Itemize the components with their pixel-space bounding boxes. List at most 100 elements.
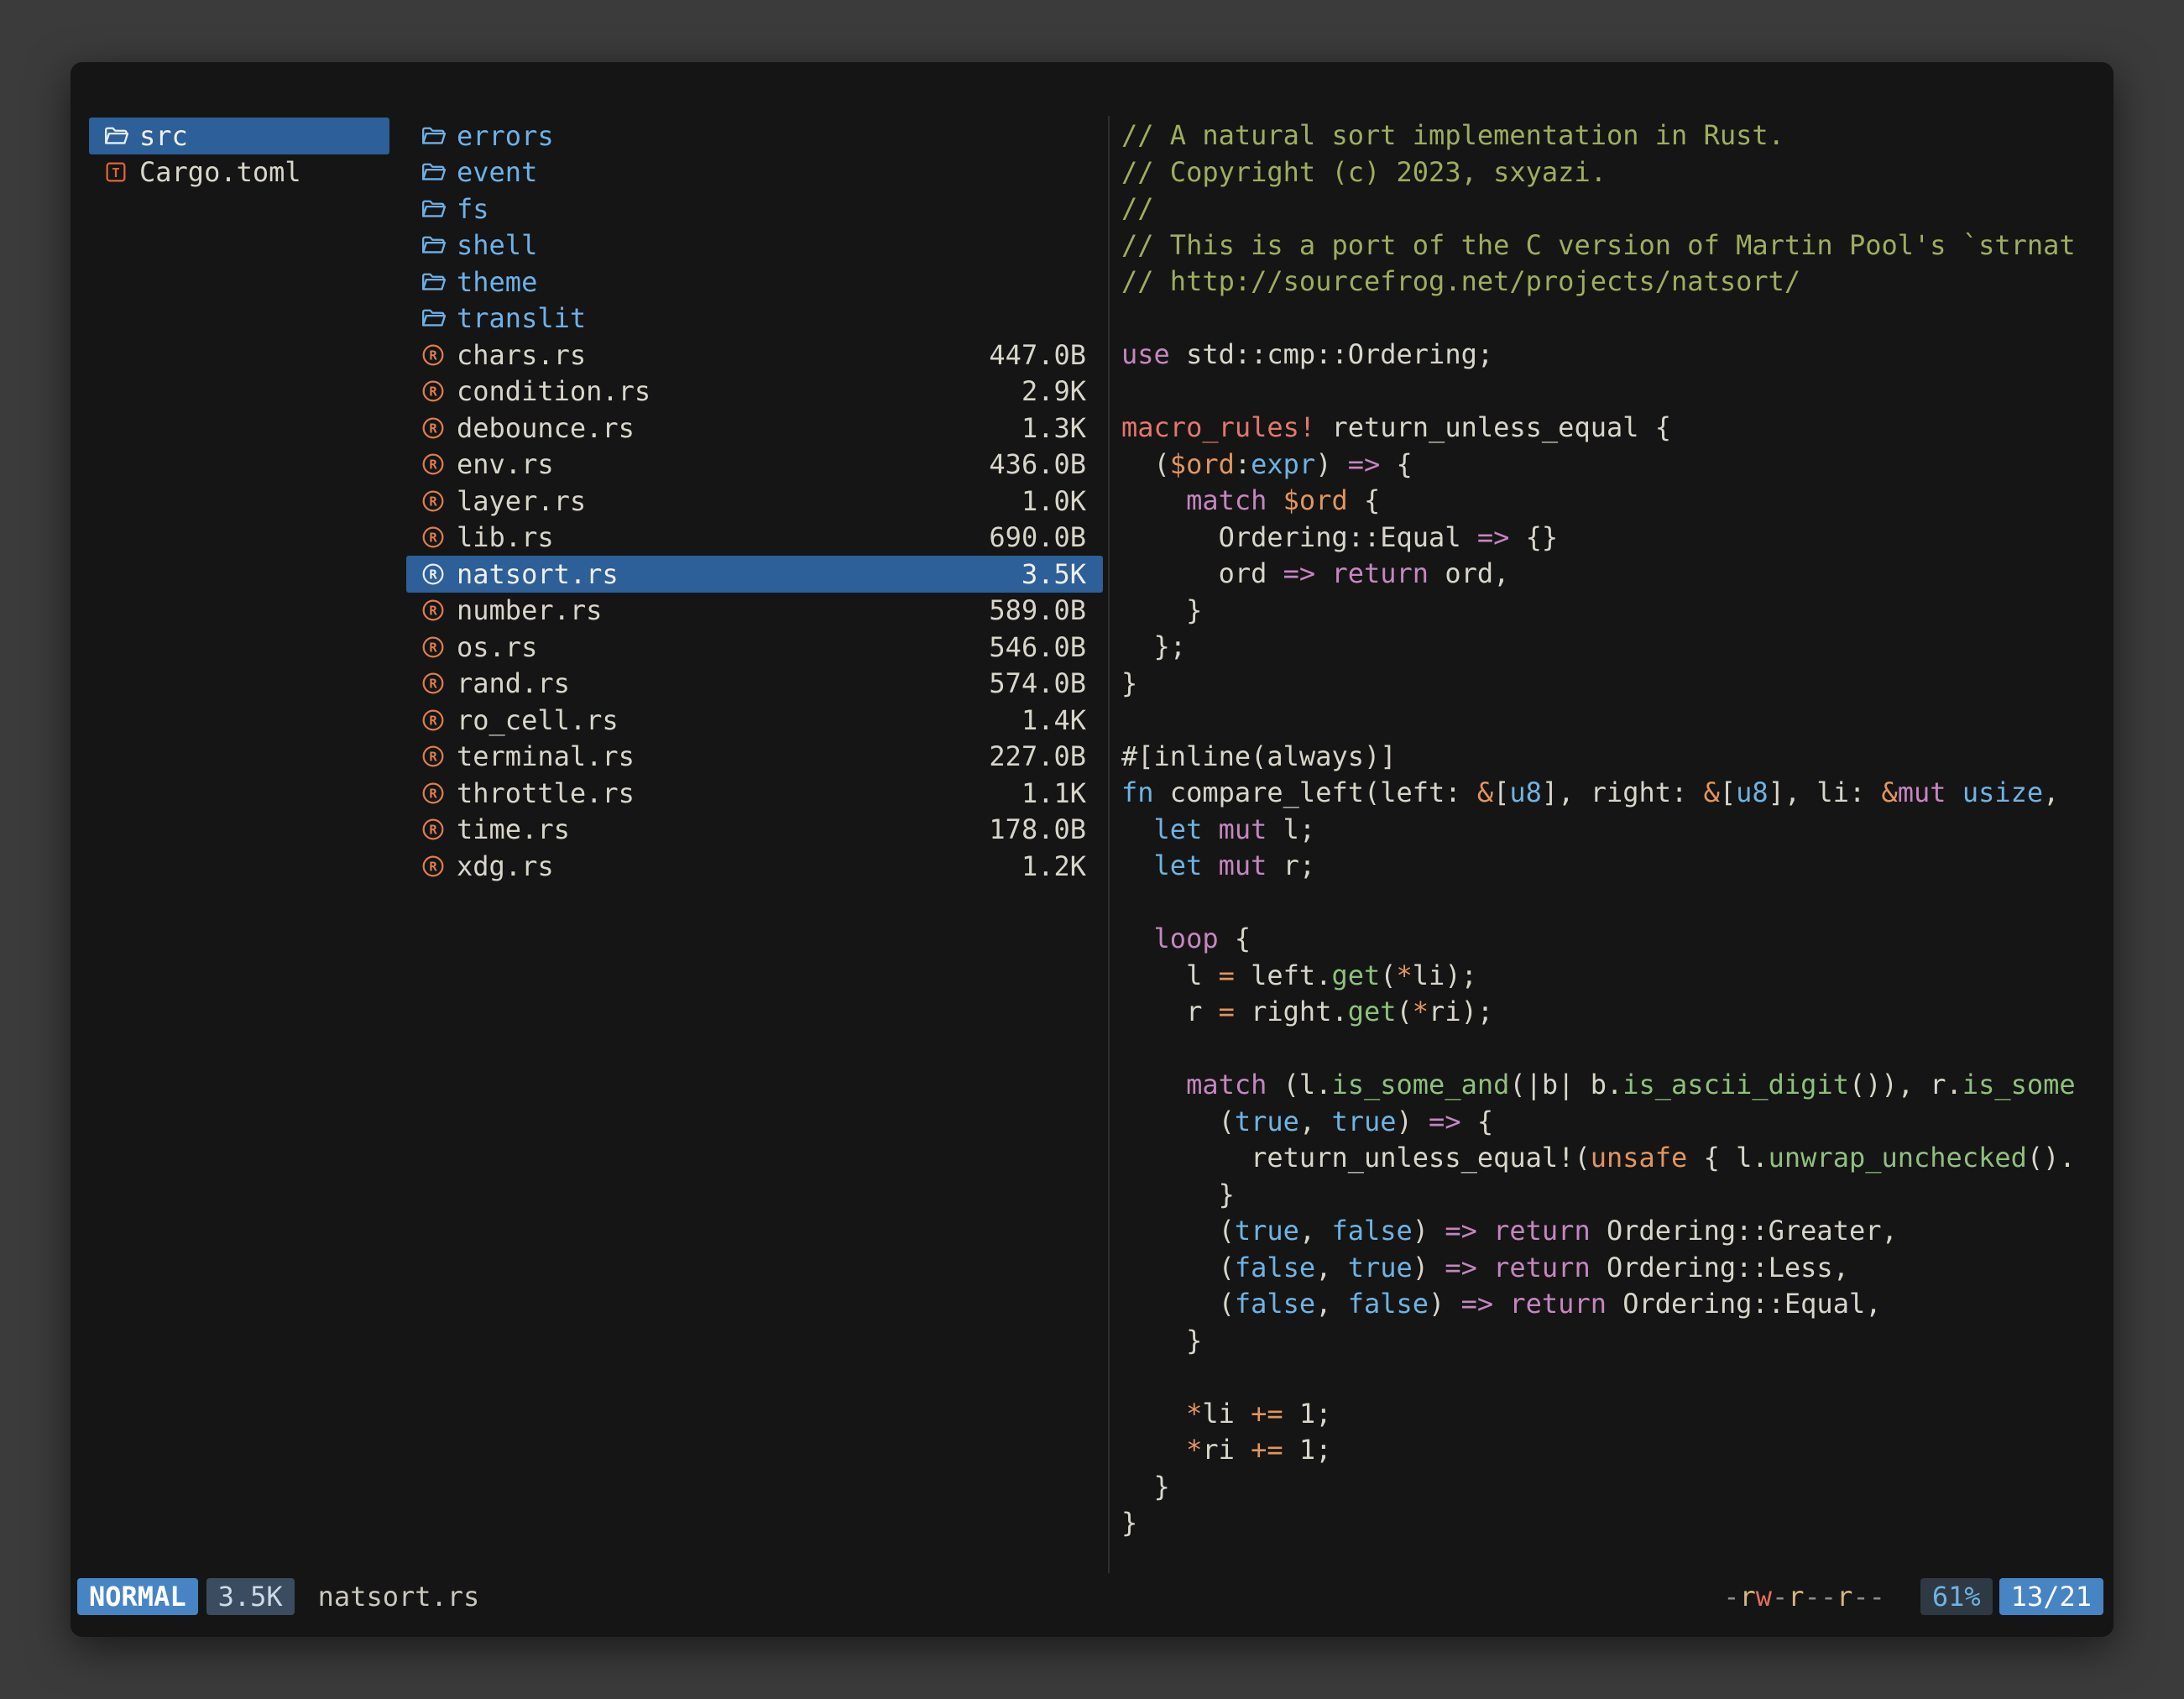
file-name: event [457, 156, 537, 188]
file-name: shell [457, 229, 537, 261]
file-name: fs [457, 193, 489, 225]
code-line: macro_rules! return_unless_equal { [1121, 410, 2093, 447]
file-name: condition.rs [457, 375, 650, 407]
code-line: } [1121, 593, 2093, 630]
svg-text:R: R [429, 457, 437, 473]
code-line: l = left.get(*li); [1121, 958, 2093, 995]
file-row-Cargo.toml[interactable]: T Cargo.toml [89, 154, 389, 191]
rust-file-icon: R [421, 489, 457, 513]
yazi-file-manager-window: src T Cargo.toml errorsevent fs shellthemetr… [71, 62, 2113, 1637]
file-name: throttle.rs [457, 777, 635, 809]
file-size: 447.0B [989, 339, 1086, 371]
parent-pane: src T Cargo.toml [89, 118, 389, 191]
folder-icon [421, 198, 457, 220]
code-line: } [1121, 1505, 2093, 1542]
code-line: // [1121, 191, 2093, 227]
current-pane: errorseventfsshellthemetranslitRchars.rs… [406, 118, 1103, 885]
code-line: match (l.is_some_and(|b| b.is_ascii_digi… [1121, 1067, 2093, 1104]
rust-file-icon: R [421, 599, 457, 622]
file-row-condition.rs[interactable]: Rcondition.rs 2.9K [406, 374, 1103, 410]
svg-text:R: R [429, 640, 437, 655]
file-name: xdg.rs [457, 850, 554, 882]
folder-icon [421, 307, 457, 329]
file-name: Cargo.toml [139, 156, 301, 188]
code-line: } [1121, 1177, 2093, 1214]
code-line: loop { [1121, 921, 2093, 958]
rust-file-icon: R [421, 379, 457, 403]
code-line: *li += 1; [1121, 1396, 2093, 1433]
rust-file-icon: R [421, 525, 457, 549]
code-line [1121, 885, 2093, 922]
code-line: ord => return ord, [1121, 556, 2093, 593]
code-line: } [1121, 1323, 2093, 1360]
code-line: } [1121, 666, 2093, 703]
code-line: // This is a port of the C version of Ma… [1121, 227, 2093, 264]
file-size: 1.2K [1021, 850, 1086, 882]
code-line: (true, false) => return Ordering::Greate… [1121, 1213, 2093, 1250]
file-permissions: -rw-r--r-- [1723, 1581, 1885, 1613]
file-row-os.rs[interactable]: Ros.rs546.0B [406, 629, 1103, 666]
code-line: use std::cmp::Ordering; [1121, 337, 2093, 374]
cursor-position-badge: 13/21 [1999, 1578, 2103, 1615]
file-name: terminal.rs [457, 740, 635, 772]
code-line [1121, 1359, 2093, 1396]
file-row-debounce.rs[interactable]: Rdebounce.rs1.3K [406, 410, 1103, 447]
file-name: rand.rs [457, 667, 570, 699]
folder-icon [421, 234, 457, 256]
file-row-src[interactable]: src [89, 118, 389, 154]
rust-file-icon: R [421, 452, 457, 476]
svg-text:R: R [429, 859, 437, 874]
file-name: translit [457, 302, 586, 334]
file-row-event[interactable]: event [406, 154, 1103, 191]
file-row-errors[interactable]: errors [406, 118, 1103, 154]
file-row-ro_cell.rs[interactable]: Rro_cell.rs1.4K [406, 702, 1103, 739]
file-row-theme[interactable]: theme [406, 264, 1103, 301]
code-line: // A natural sort implementation in Rust… [1121, 118, 2093, 154]
file-size: 546.0B [989, 631, 1086, 663]
svg-text:R: R [429, 348, 437, 363]
file-name: natsort.rs [457, 558, 619, 590]
code-line [1121, 702, 2093, 739]
svg-text:R: R [429, 786, 437, 801]
file-row-translit[interactable]: translit [406, 301, 1103, 337]
file-row-chars.rs[interactable]: Rchars.rs 447.0B [406, 337, 1103, 374]
folder-icon [421, 161, 457, 183]
svg-text:R: R [429, 677, 437, 692]
code-line: (false, true) => return Ordering::Less, [1121, 1250, 2093, 1287]
file-row-number.rs[interactable]: Rnumber.rs 589.0B [406, 593, 1103, 630]
rust-file-icon: R [421, 343, 457, 367]
file-row-env.rs[interactable]: Renv.rs436.0B [406, 447, 1103, 484]
file-row-layer.rs[interactable]: Rlayer.rs1.0K [406, 483, 1103, 520]
svg-text:R: R [429, 531, 437, 546]
svg-text:R: R [429, 750, 437, 765]
svg-text:R: R [429, 567, 437, 582]
file-size: 589.0B [989, 594, 1086, 626]
rust-file-icon: R [421, 708, 457, 732]
file-row-shell[interactable]: shell [406, 227, 1103, 264]
folder-icon [421, 125, 457, 147]
file-size: 3.5K [1021, 558, 1086, 590]
mode-badge: NORMAL [77, 1578, 198, 1615]
code-line [1121, 301, 2093, 337]
file-row-xdg.rs[interactable]: Rxdg.rs 1.2K [406, 848, 1103, 885]
rust-file-icon: R [421, 818, 457, 841]
svg-text:T: T [112, 165, 119, 180]
file-row-throttle.rs[interactable]: Rthrottle.rs1.1K [406, 775, 1103, 812]
file-name: number.rs [457, 594, 602, 626]
file-row-fs[interactable]: fs [406, 191, 1103, 227]
code-line: r = right.get(*ri); [1121, 994, 2093, 1031]
file-row-time.rs[interactable]: Rtime.rs178.0B [406, 812, 1103, 849]
file-name: chars.rs [457, 339, 586, 371]
file-row-lib.rs[interactable]: Rlib.rs690.0B [406, 520, 1103, 557]
code-line: } [1121, 1469, 2093, 1506]
file-size: 2.9K [1021, 375, 1086, 407]
code-line [1121, 1031, 2093, 1068]
file-row-rand.rs[interactable]: Rrand.rs574.0B [406, 666, 1103, 703]
code-line: }; [1121, 629, 2093, 666]
rust-file-icon: R [421, 635, 457, 659]
file-row-terminal.rs[interactable]: Rterminal.rs227.0B [406, 739, 1103, 776]
code-line: Ordering::Equal => {} [1121, 520, 2093, 557]
folder-icon [104, 125, 139, 147]
file-row-natsort.rs[interactable]: Rnatsort.rs 3.5K [406, 556, 1103, 593]
status-bar: NORMAL 3.5K natsort.rs -rw-r--r-- 61% 13… [77, 1578, 2103, 1615]
